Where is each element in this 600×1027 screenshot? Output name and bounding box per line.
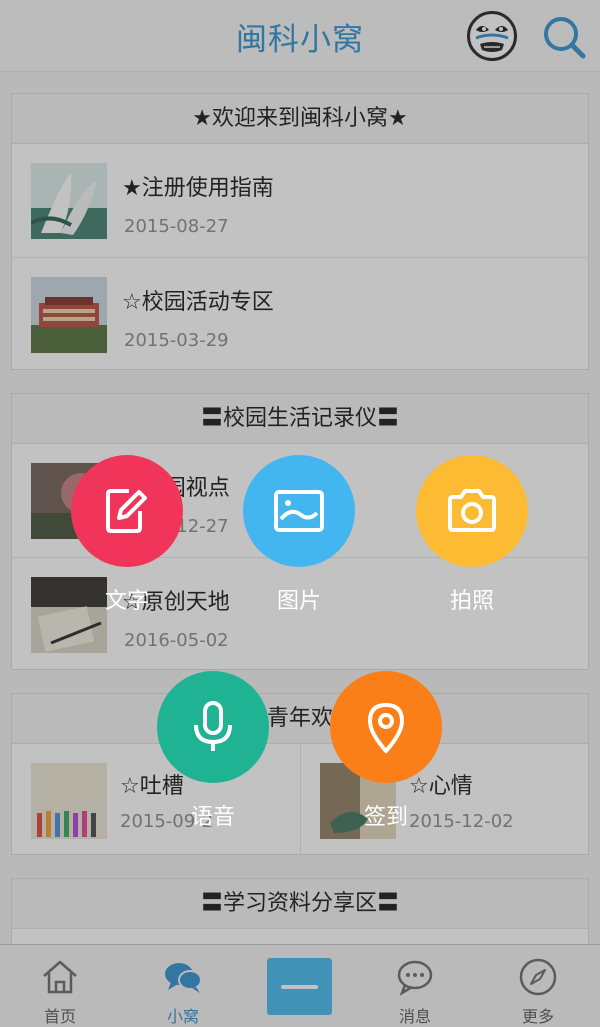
action-circle (416, 455, 528, 567)
action-circle (71, 455, 183, 567)
camera-icon (448, 489, 496, 532)
action-circle (330, 671, 442, 783)
action-checkin-button[interactable]: 签到 (321, 671, 451, 830)
action-circle (157, 671, 269, 783)
image-icon (274, 490, 324, 532)
action-label: 语音 (190, 805, 235, 830)
action-circle (243, 455, 355, 567)
location-pin-icon (368, 703, 404, 753)
edit-icon (106, 489, 147, 533)
action-text-button[interactable]: 文字 (62, 455, 192, 614)
action-camera-button[interactable]: 拍照 (407, 455, 537, 614)
action-voice-button[interactable]: 语音 (148, 671, 278, 830)
action-label: 签到 (363, 805, 408, 830)
action-label: 拍照 (449, 589, 494, 614)
action-label: 图片 (276, 589, 321, 614)
action-label: 文字 (104, 589, 149, 614)
action-image-button[interactable]: 图片 (234, 455, 364, 614)
microphone-icon (194, 701, 232, 751)
